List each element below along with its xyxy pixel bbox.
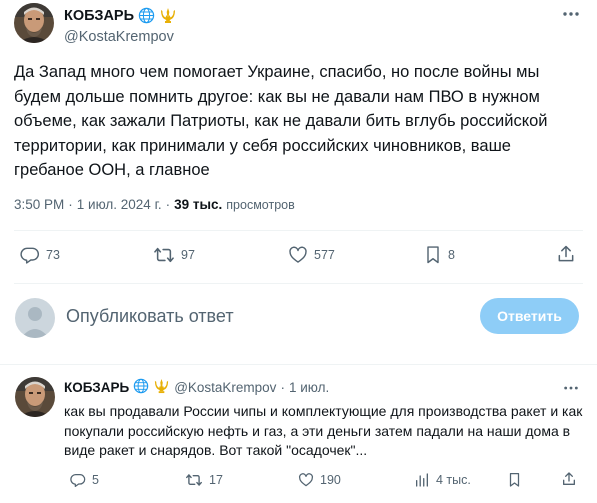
reply-repost-count: 17 [209,473,223,487]
reply-reply-count: 5 [92,473,99,487]
like-action[interactable]: 577 [288,245,335,265]
reply-icon [20,245,40,265]
author-name[interactable]: КОБЗАРЬ [64,8,134,24]
author-avatar[interactable] [14,3,54,43]
tweet-meta: 3:50 PM · 1 июл. 2024 г. · 39 тыс. просм… [14,197,295,212]
more-icon[interactable] [560,4,582,24]
reply-author-handle[interactable]: @KostaKrempov [174,380,276,395]
divider [14,230,583,231]
share-action[interactable] [556,244,576,264]
reply-bookmark-action[interactable] [507,472,522,488]
like-count: 577 [314,248,335,262]
reply-repost-action[interactable]: 17 [185,472,223,488]
share-icon [561,471,577,487]
reply-like-action[interactable]: 190 [298,472,341,488]
reply-icon [70,472,86,488]
divider [14,283,583,284]
more-icon[interactable] [560,378,582,398]
reply-share-action[interactable] [561,471,577,487]
bookmark-count: 8 [448,248,455,262]
reply-reply-action[interactable]: 5 [70,472,99,488]
reply-author-name[interactable]: КОБЗАРЬ [64,380,129,395]
like-icon [298,472,314,488]
repost-icon [185,472,203,488]
trident-badge-icon [153,378,170,397]
tweet-text: Да Запад много чем помогает Украине, спа… [14,63,548,179]
meta-separator: · [68,197,73,212]
bookmark-icon [507,472,522,488]
reply-views-count: 4 тыс. [436,473,471,487]
meta-separator: · [165,197,171,212]
like-icon [288,245,308,265]
share-icon [556,244,576,264]
globe-badge-icon [138,7,155,24]
reply-count: 73 [46,248,60,262]
tweet-date[interactable]: 1 июл. 2024 г. [77,197,162,212]
author-name-row: КОБЗАРЬ [64,7,176,24]
reply-views-action[interactable]: 4 тыс. [414,472,471,488]
views-label: просмотров [226,198,295,212]
reply-date[interactable]: 1 июл. [289,380,329,395]
repost-icon [153,245,175,265]
bookmark-icon [424,245,442,265]
section-divider [0,364,597,365]
reply-separator: · [280,380,285,395]
bookmark-action[interactable]: 8 [424,245,455,265]
reply-like-count: 190 [320,473,341,487]
default-avatar-icon [15,298,55,338]
reply-action[interactable]: 73 [20,245,60,265]
reply-input[interactable]: Опубликовать ответ [66,306,234,327]
reply-author-avatar[interactable] [15,377,55,417]
repost-count: 97 [181,248,195,262]
views-count: 39 тыс. [174,197,223,212]
repost-action[interactable]: 97 [153,245,195,265]
globe-badge-icon [133,378,149,397]
reply-submit-button[interactable]: Ответить [480,298,579,334]
reply-text: как вы продавали России чипы и комплекту… [64,403,583,458]
tweet-time[interactable]: 3:50 PM [14,197,64,212]
views-icon [414,472,430,488]
reply-header: КОБЗАРЬ @KostaKrempov · 1 июл. [64,378,329,397]
author-handle[interactable]: @KostaKrempov [64,29,174,45]
trident-badge-icon [159,7,176,24]
